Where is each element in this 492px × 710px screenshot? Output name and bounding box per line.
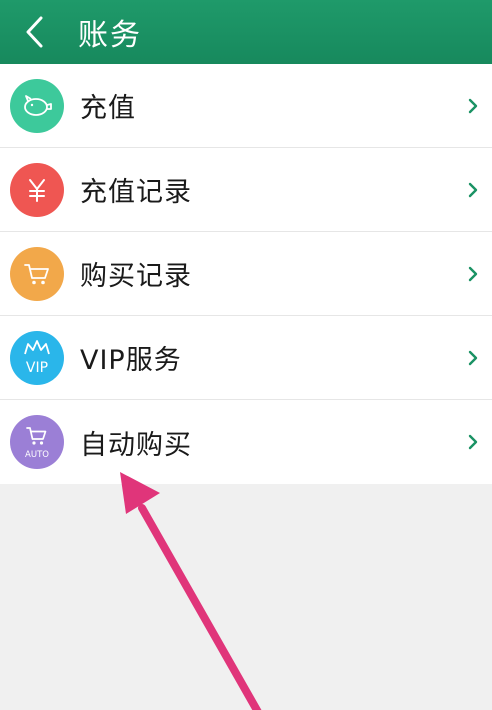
icon-circle: [10, 247, 64, 301]
chevron-right-icon: [468, 266, 478, 282]
menu-item-label: 自动购买: [80, 429, 192, 461]
menu-item-purchase-history[interactable]: 购买记录: [0, 232, 492, 316]
cart-icon: [24, 264, 49, 285]
back-button[interactable]: [0, 0, 78, 64]
menu-item-auto-purchase[interactable]: AUTO 自动购买: [0, 400, 492, 484]
menu-item-label: 购买记录: [80, 261, 192, 292]
chevron-right-icon: [468, 350, 478, 366]
vip-icon-text: VIP: [26, 360, 48, 376]
arrow-shaft: [138, 504, 262, 710]
yuan-icon: [29, 179, 45, 202]
icon-circle: [10, 163, 64, 217]
auto-icon-text: AUTO: [25, 450, 49, 460]
top-bar: 账务: [0, 0, 492, 64]
menu-item-recharge-history[interactable]: 充值记录: [0, 148, 492, 232]
menu-item-label: 充值: [80, 93, 136, 124]
icon-circle: AUTO: [10, 415, 64, 469]
menu-item-recharge[interactable]: 充值: [0, 64, 492, 148]
menu-item-label: VIP服务: [80, 345, 182, 376]
chevron-right-icon: [468, 98, 478, 114]
vip-crown-icon: VIP: [24, 340, 50, 376]
icon-circle: VIP: [10, 331, 64, 385]
menu-item-vip-service[interactable]: VIP VIP服务: [0, 316, 492, 400]
auto-cart-icon: AUTO: [25, 427, 49, 460]
chevron-right-icon: [468, 182, 478, 198]
account-menu: 充值 充值记录 购买记录 VIP VIP服务 AUTO 自动购买: [0, 64, 492, 484]
piggy-bank-icon: [24, 95, 52, 116]
back-arrow-icon: [26, 16, 43, 48]
menu-item-label: 充值记录: [80, 177, 192, 208]
page-title: 账务: [78, 18, 142, 53]
icon-circle: [10, 79, 64, 133]
chevron-right-icon: [468, 434, 478, 450]
